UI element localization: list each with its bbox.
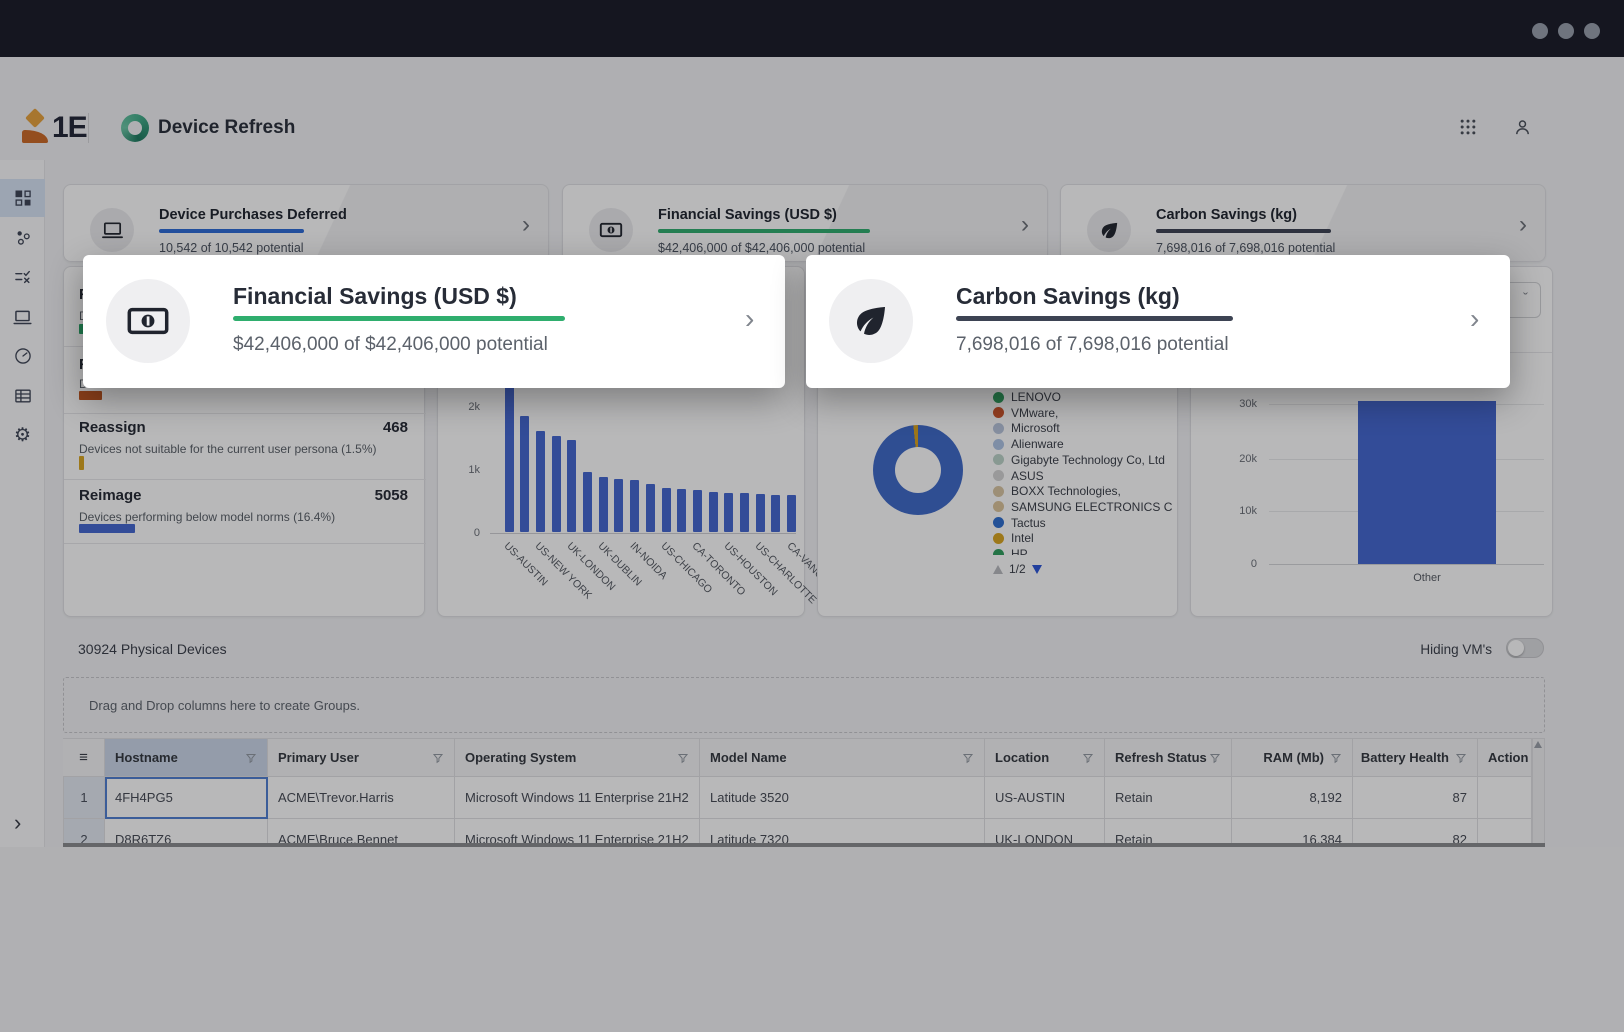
popup-title: Financial Savings (USD $) xyxy=(233,283,517,310)
popup-potential: $42,406,000 of $42,406,000 potential xyxy=(233,334,548,356)
financial-savings-popup[interactable]: Financial Savings (USD $) $42,406,000 of… xyxy=(83,255,785,388)
chevron-right-icon[interactable]: › xyxy=(745,303,754,335)
carbon-savings-popup[interactable]: Carbon Savings (kg) 7,698,016 of 7,698,0… xyxy=(806,255,1510,388)
modal-dim-overlay xyxy=(0,0,1624,1032)
popup-accent-bar xyxy=(233,316,565,321)
banknote-icon xyxy=(106,279,190,363)
chevron-right-icon[interactable]: › xyxy=(1470,303,1479,335)
popup-title: Carbon Savings (kg) xyxy=(956,283,1180,310)
popup-accent-bar xyxy=(956,316,1233,321)
leaf-icon xyxy=(829,279,913,363)
popup-potential: 7,698,016 of 7,698,016 potential xyxy=(956,334,1229,356)
screen: 1E Device Refresh xyxy=(0,0,1624,1032)
